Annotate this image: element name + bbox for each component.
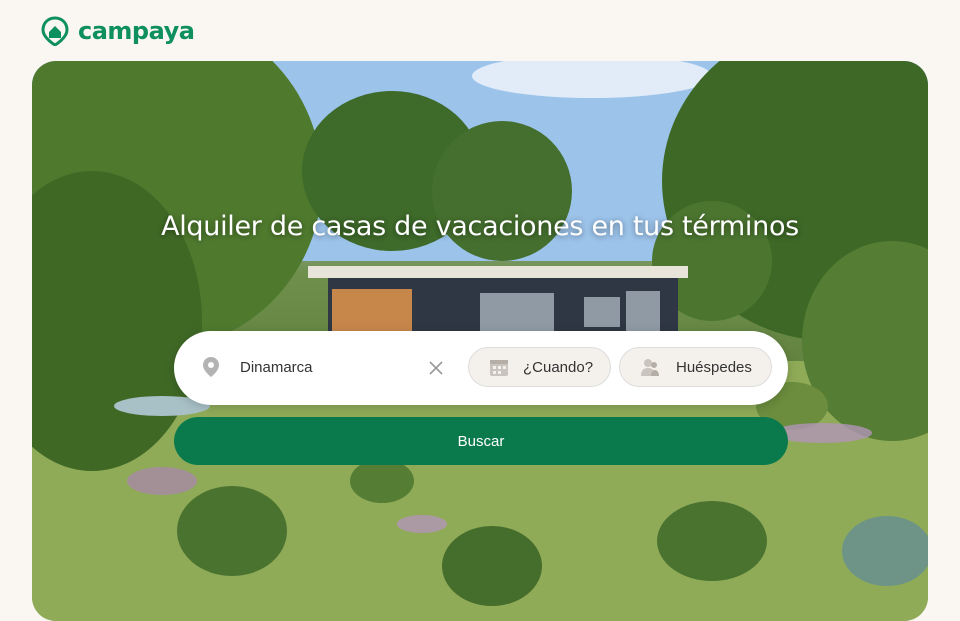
house-pin-icon[interactable] [40,16,70,46]
hero-banner: Alquiler de casas de vacaciones en tus t… [32,61,928,621]
site-header: campaya [40,14,195,48]
search-bar: Dinamarca ¿Cuando? Huéspedes [174,331,788,405]
close-icon[interactable] [426,358,446,378]
date-picker-button[interactable]: ¿Cuando? [468,347,611,387]
guests-button[interactable]: Huéspedes [619,347,772,387]
brand-logo[interactable]: campaya [78,17,195,45]
people-icon [641,359,659,376]
search-button[interactable]: Buscar [174,417,788,465]
map-pin-icon [203,357,219,377]
hero-headline: Alquiler de casas de vacaciones en tus t… [161,211,799,242]
date-picker-label: ¿Cuando? [523,358,594,376]
location-input[interactable]: Dinamarca [240,359,313,376]
guests-label: Huéspedes [676,358,752,376]
calendar-icon [490,360,508,376]
